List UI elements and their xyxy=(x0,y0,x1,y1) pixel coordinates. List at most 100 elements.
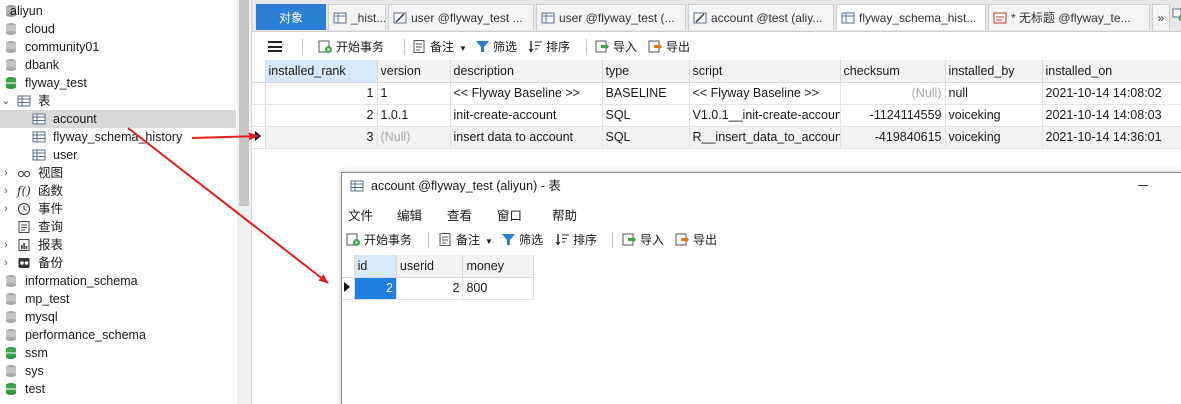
tree-item-sys[interactable]: sys xyxy=(0,362,236,380)
cell-installed-on[interactable]: 2021-10-14 14:36:01 xyxy=(1042,126,1181,149)
row-indicator[interactable] xyxy=(252,126,266,149)
tab-user-table[interactable]: user @flyway_test (... xyxy=(536,4,686,30)
cell-checksum[interactable]: -419840615 xyxy=(840,126,946,149)
tab-flyway-schema-history[interactable]: flyway_schema_hist... xyxy=(836,4,986,30)
cell-description[interactable]: init-create-account xyxy=(450,104,603,127)
column-header-money[interactable]: money xyxy=(462,255,534,278)
import-button[interactable]: 导入 xyxy=(595,38,637,56)
tree-item-functions[interactable]: › f() 函数 xyxy=(0,182,236,200)
tree-item-aliyun[interactable]: aliyun xyxy=(0,2,236,20)
tree-item-performance-schema[interactable]: performance_schema xyxy=(0,326,236,344)
tree-item-user[interactable]: user xyxy=(0,146,236,164)
tree-item-events[interactable]: › 事件 xyxy=(0,200,236,218)
cell-installed-on[interactable]: 2021-10-14 14:08:03 xyxy=(1042,104,1181,127)
window-title-bar[interactable]: account @flyway_test (aliyun) - 表 xyxy=(342,173,1181,199)
tab-scroll-right-button[interactable]: » xyxy=(1152,4,1170,30)
cell-installed-by[interactable]: voiceking xyxy=(945,104,1043,127)
column-header-id[interactable]: id xyxy=(354,255,397,278)
export-button[interactable]: 导出 xyxy=(675,231,717,249)
tree-item-test[interactable]: test xyxy=(0,380,236,398)
memo-button[interactable]: 备注 ▼ xyxy=(412,38,467,56)
table-row[interactable]: 1 1 << Flyway Baseline >> BASELINE << Fl… xyxy=(252,82,1181,105)
column-header-script[interactable]: script xyxy=(689,60,841,83)
chevron-right-icon[interactable]: › xyxy=(1,164,11,182)
cell-version[interactable]: 1 xyxy=(377,82,451,105)
filter-button[interactable]: 筛选 xyxy=(501,231,543,249)
tree-item-views[interactable]: › 视图 xyxy=(0,164,236,182)
menu-view[interactable]: 查看 xyxy=(447,205,472,224)
row-indicator[interactable] xyxy=(252,104,266,127)
column-header-checksum[interactable]: checksum xyxy=(840,60,946,83)
minimize-icon[interactable] xyxy=(1138,185,1148,186)
tab-history-partial[interactable]: _hist... xyxy=(328,4,386,30)
cell-money[interactable]: 800 xyxy=(462,277,534,300)
cell-type[interactable]: SQL xyxy=(602,126,690,149)
cell-version[interactable]: (Null) xyxy=(377,126,451,149)
column-header-userid[interactable]: userid xyxy=(396,255,464,278)
tree-item-account[interactable]: account xyxy=(0,110,236,128)
tree-item-backups[interactable]: › 备份 xyxy=(0,254,236,272)
tab-account-test[interactable]: account @test (aliy... xyxy=(688,4,834,30)
cell-checksum[interactable]: -1124114559 xyxy=(840,104,946,127)
cell-installed-rank[interactable]: 1 xyxy=(265,82,378,105)
tree-item-queries[interactable]: 查询 xyxy=(0,218,236,236)
tree-item-community01[interactable]: community01 xyxy=(0,38,236,56)
tree-item-flyway-schema-history[interactable]: flyway_schema_history xyxy=(0,128,236,146)
cell-script[interactable]: R__insert_data_to_account xyxy=(689,126,841,149)
tree-scrollbar[interactable] xyxy=(237,0,251,404)
sort-button[interactable]: 排序 xyxy=(528,38,570,56)
tree-item-information-schema[interactable]: information_schema xyxy=(0,272,236,290)
menu-file[interactable]: 文件 xyxy=(348,205,373,224)
cell-userid[interactable]: 2 xyxy=(396,277,464,300)
row-indicator[interactable] xyxy=(252,82,266,105)
chevron-down-icon[interactable]: ⌄ xyxy=(1,92,11,110)
tree-item-dbank[interactable]: dbank xyxy=(0,56,236,74)
cell-id[interactable]: 2 xyxy=(354,277,397,300)
import-button[interactable]: 导入 xyxy=(622,231,664,249)
row-indicator[interactable] xyxy=(342,277,355,300)
menu-edit[interactable]: 编辑 xyxy=(397,205,422,224)
column-header-type[interactable]: type xyxy=(602,60,690,83)
menu-help[interactable]: 帮助 xyxy=(552,205,577,224)
table-row[interactable]: 2 1.0.1 init-create-account SQL V1.0.1__… xyxy=(252,104,1181,127)
filter-button[interactable]: 筛选 xyxy=(475,38,517,56)
chevron-right-icon[interactable]: › xyxy=(1,236,11,254)
tree-item-tables[interactable]: ⌄ 表 xyxy=(0,92,236,110)
new-tab-button[interactable] xyxy=(1172,8,1181,22)
sort-button[interactable]: 排序 xyxy=(555,231,597,249)
begin-transaction-button[interactable]: 开始事务 xyxy=(346,231,412,249)
chevron-right-icon[interactable]: › xyxy=(1,254,11,272)
column-header-description[interactable]: description xyxy=(450,60,603,83)
tab-objects[interactable]: 对象 xyxy=(256,4,326,30)
cell-type[interactable]: BASELINE xyxy=(602,82,690,105)
column-header-installed-rank[interactable]: installed_rank xyxy=(265,60,378,83)
tree-item-mysql[interactable]: mysql xyxy=(0,308,236,326)
column-header-version[interactable]: version xyxy=(377,60,451,83)
cell-description[interactable]: insert data to account xyxy=(450,126,603,149)
tree-item-cloud[interactable]: cloud xyxy=(0,20,236,38)
cell-script[interactable]: V1.0.1__init-create-accoun xyxy=(689,104,841,127)
tree-item-mp-test[interactable]: mp_test xyxy=(0,290,236,308)
export-button[interactable]: 导出 xyxy=(648,38,690,56)
chevron-right-icon[interactable]: › xyxy=(1,182,11,200)
cell-version[interactable]: 1.0.1 xyxy=(377,104,451,127)
tab-user-query[interactable]: user @flyway_test ... xyxy=(388,4,534,30)
tree-item-ssm[interactable]: ssm xyxy=(0,344,236,362)
tree-item-flyway-test[interactable]: flyway_test xyxy=(0,74,236,92)
cell-installed-by[interactable]: voiceking xyxy=(945,126,1043,149)
tab-untitled-query[interactable]: * 无标题 @flyway_te... xyxy=(988,4,1150,30)
table-row[interactable]: 2 2 800 xyxy=(342,277,534,300)
menu-button[interactable] xyxy=(268,38,282,56)
cell-installed-by[interactable]: null xyxy=(945,82,1043,105)
cell-checksum[interactable]: (Null) xyxy=(840,82,946,105)
cell-installed-on[interactable]: 2021-10-14 14:08:02 xyxy=(1042,82,1181,105)
cell-description[interactable]: << Flyway Baseline >> xyxy=(450,82,603,105)
column-header-installed-on[interactable]: installed_on xyxy=(1042,60,1181,83)
cell-script[interactable]: << Flyway Baseline >> xyxy=(689,82,841,105)
tree-scrollbar-thumb[interactable] xyxy=(239,0,249,206)
cell-installed-rank[interactable]: 2 xyxy=(265,104,378,127)
cell-installed-rank[interactable]: 3 xyxy=(265,126,378,149)
table-row[interactable]: 3 (Null) insert data to account SQL R__i… xyxy=(252,126,1181,149)
cell-type[interactable]: SQL xyxy=(602,104,690,127)
begin-transaction-button[interactable]: 开始事务 xyxy=(318,38,384,56)
